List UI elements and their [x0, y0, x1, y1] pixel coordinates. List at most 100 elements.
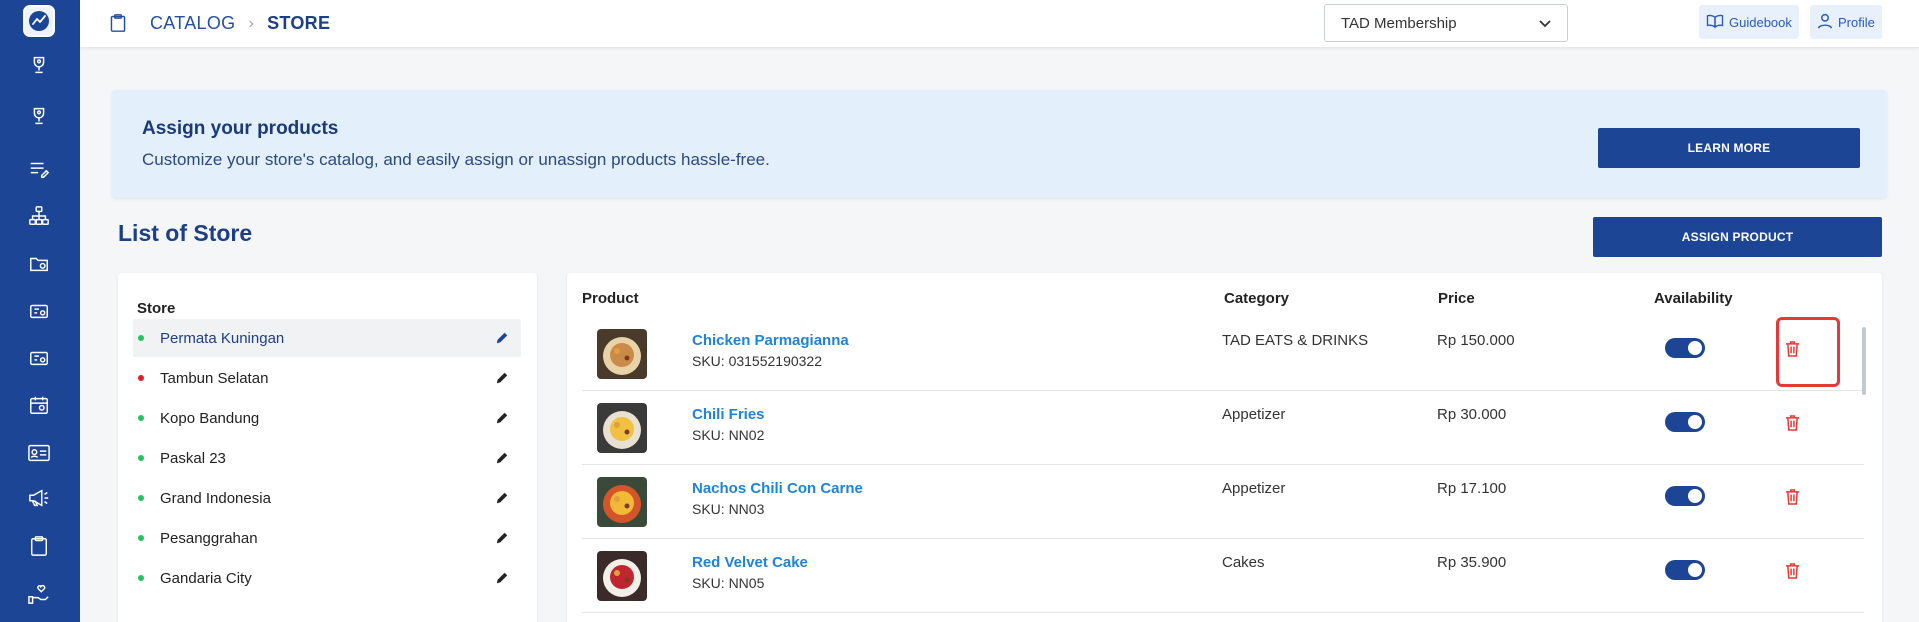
banner-title: Assign your products: [142, 118, 339, 139]
store-list-panel: Store Permata Kuningan Tambun Selatan Kopo…: [118, 273, 537, 622]
breadcrumb: CATALOG › STORE: [150, 13, 330, 34]
sidebar-ticket-settings-icon[interactable]: [24, 345, 54, 371]
profile-button[interactable]: Profile: [1810, 5, 1882, 39]
sidebar-megaphone-icon[interactable]: [24, 485, 54, 511]
app-logo[interactable]: [23, 5, 55, 37]
assign-products-banner: Assign your products Customize your stor…: [112, 90, 1887, 198]
sidebar-org-chart-icon[interactable]: [24, 203, 54, 229]
store-item[interactable]: Paskal 23: [133, 439, 521, 477]
sidebar-trophy-icon[interactable]: [24, 52, 54, 78]
store-item[interactable]: Permata Kuningan: [133, 319, 521, 357]
sidebar-folder-settings-icon[interactable]: [24, 251, 54, 277]
availability-toggle[interactable]: [1665, 560, 1705, 580]
learn-more-button[interactable]: LEARN MORE: [1598, 128, 1860, 168]
product-category: Cakes: [1222, 554, 1265, 571]
top-bar: CATALOG › STORE TAD Membership Guidebook…: [80, 0, 1919, 48]
pencil-icon[interactable]: [492, 528, 512, 548]
product-name-link[interactable]: Chili Fries: [692, 406, 765, 423]
status-dot: [138, 455, 144, 461]
membership-select[interactable]: TAD Membership: [1324, 4, 1568, 42]
user-icon: [1817, 13, 1833, 32]
trash-icon[interactable]: [1783, 412, 1801, 432]
trash-icon[interactable]: [1783, 560, 1801, 580]
store-item[interactable]: Pesanggrahan: [133, 519, 521, 557]
product-thumbnail: [597, 329, 647, 379]
toggle-knob: [1688, 415, 1702, 429]
product-sku: SKU: NN05: [692, 575, 765, 591]
store-item[interactable]: Grand Indonesia: [133, 479, 521, 517]
trash-icon[interactable]: [1783, 338, 1801, 358]
sidebar-list-edit-icon[interactable]: [24, 156, 54, 182]
product-table: Product Category Price Availability Chic…: [567, 273, 1882, 622]
store-name: Grand Indonesia: [160, 489, 271, 507]
toggle-knob: [1688, 341, 1702, 355]
status-dot: [138, 335, 144, 341]
store-name: Pesanggrahan: [160, 529, 258, 547]
availability-toggle[interactable]: [1665, 486, 1705, 506]
breadcrumb-store: STORE: [267, 13, 331, 33]
sidebar-ticket-settings-icon[interactable]: [24, 298, 54, 324]
clipboard-icon: [108, 12, 128, 34]
column-header-category: Category: [1224, 290, 1290, 307]
membership-select-value: TAD Membership: [1341, 14, 1457, 32]
store-name: Tambun Selatan: [160, 369, 269, 387]
pencil-icon[interactable]: [492, 408, 512, 428]
breadcrumb-catalog[interactable]: CATALOG: [150, 13, 235, 34]
table-row: Chicken Parmagianna SKU: 031552190322 TAD …: [582, 317, 1864, 391]
pencil-icon[interactable]: [492, 328, 512, 348]
status-dot: [138, 415, 144, 421]
product-name-link[interactable]: Chicken Parmagianna: [692, 332, 849, 349]
pencil-icon[interactable]: [492, 488, 512, 508]
store-item[interactable]: Gandaria City: [133, 559, 521, 597]
product-category: Appetizer: [1222, 406, 1286, 423]
status-dot: [138, 375, 144, 381]
store-name: Kopo Bandung: [160, 409, 260, 427]
product-price: Rp 30.000: [1437, 406, 1507, 423]
availability-toggle[interactable]: [1665, 338, 1705, 358]
toggle-knob: [1688, 563, 1702, 577]
status-dot: [138, 495, 144, 501]
product-sku: SKU: NN03: [692, 501, 765, 517]
trash-icon[interactable]: [1783, 486, 1801, 506]
product-thumbnail: [597, 551, 647, 601]
store-name: Gandaria City: [160, 569, 252, 587]
column-header-product: Product: [582, 290, 639, 307]
table-row: Red Velvet Cake SKU: NN05 Cakes Rp 35.900: [582, 539, 1864, 613]
store-item[interactable]: Kopo Bandung: [133, 399, 521, 437]
book-icon: [1706, 13, 1724, 32]
product-category: TAD EATS & DRINKS: [1222, 332, 1369, 349]
product-thumbnail: [597, 477, 647, 527]
sidebar-calendar-icon[interactable]: [24, 392, 54, 418]
page-title: List of Store: [118, 220, 253, 246]
logo-chart-icon: [29, 11, 49, 31]
profile-label: Profile: [1838, 14, 1875, 30]
store-name: Paskal 23: [160, 449, 226, 467]
status-dot: [138, 535, 144, 541]
pencil-icon[interactable]: [492, 368, 512, 388]
sidebar: [0, 0, 80, 622]
product-category: Appetizer: [1222, 480, 1286, 497]
table-row: Nachos Chili Con Carne SKU: NN03 Appetizer…: [582, 465, 1864, 539]
product-price: Rp 150.000: [1437, 332, 1515, 349]
store-column-header: Store: [137, 300, 176, 317]
scrollbar[interactable]: [1862, 327, 1866, 395]
product-price: Rp 35.900: [1437, 554, 1507, 571]
assign-product-button[interactable]: ASSIGN PRODUCT: [1593, 217, 1882, 257]
sidebar-hand-heart-icon[interactable]: [24, 581, 54, 607]
pencil-icon[interactable]: [492, 448, 512, 468]
store-item[interactable]: Tambun Selatan: [133, 359, 521, 397]
product-name-link[interactable]: Red Velvet Cake: [692, 554, 808, 571]
product-name-link[interactable]: Nachos Chili Con Carne: [692, 480, 863, 497]
pencil-icon[interactable]: [492, 568, 512, 588]
sidebar-clipboard-icon[interactable]: [24, 533, 54, 559]
product-sku: SKU: NN02: [692, 427, 765, 443]
guidebook-button[interactable]: Guidebook: [1699, 5, 1799, 39]
sidebar-id-card-icon[interactable]: [24, 440, 54, 466]
availability-toggle[interactable]: [1665, 412, 1705, 432]
product-thumbnail: [597, 403, 647, 453]
chevron-down-icon: [1539, 15, 1551, 32]
column-header-price: Price: [1438, 290, 1475, 307]
store-name: Permata Kuningan: [160, 329, 285, 347]
chevron-right-icon: ›: [248, 14, 255, 32]
sidebar-trophy-icon[interactable]: [24, 103, 54, 129]
